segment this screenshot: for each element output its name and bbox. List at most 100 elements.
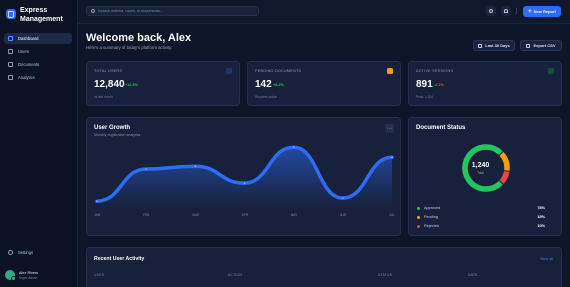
status-dot (417, 215, 420, 219)
kpi-label: ACTIVE SESSIONS (416, 69, 454, 73)
x-tick-label: JUN (339, 213, 347, 217)
page-title: Welcome back, Alex (86, 32, 192, 44)
sidebar-item-label: Analytics (18, 75, 35, 80)
sidebar-item-documents[interactable]: Documents (4, 59, 72, 70)
export-csv-button[interactable]: Export CSV (520, 40, 562, 51)
kpi-label: PENDING DOCUMENTS (255, 69, 302, 73)
avatar (5, 270, 16, 281)
legend-label: Pending (424, 215, 438, 219)
sidebar-item-label: Settings (18, 250, 34, 255)
legend-value: 10% (537, 224, 545, 228)
plus-icon: + (528, 8, 532, 15)
sidebar-item-users[interactable]: Users (4, 46, 72, 57)
legend-pending: Pending 15% (417, 214, 545, 220)
export-csv-label: Export CSV (533, 43, 556, 48)
topbar: + New Report (78, 0, 570, 24)
x-tick-label: MAR (192, 213, 200, 217)
data-point-jul[interactable] (391, 156, 393, 159)
recent-activity-card: Recent User Activity View all (86, 247, 562, 287)
sidebar-item-label: Users (18, 49, 29, 54)
date-range-label: Last 30 Days (485, 43, 510, 48)
folder-icon (387, 68, 393, 74)
legend-rejected: Rejected 10% (417, 223, 545, 229)
growth-chart (95, 145, 394, 208)
sidebar-item-label: Dashboard (18, 36, 39, 41)
data-point-feb[interactable] (145, 168, 147, 170)
sidebar: Express Management Dashboard Users Docum… (0, 0, 78, 287)
kpi-delta: +8.2% (273, 83, 284, 87)
sidebar-item-dashboard[interactable]: Dashboard (4, 33, 72, 44)
kpi-card-active-sessions: ACTIVE SESSIONS 891 -2.1% Peak: 1,204 (408, 61, 562, 106)
user-name: Alex Rivers (19, 270, 39, 275)
data-point-jan[interactable] (96, 200, 98, 202)
data-point-mar[interactable] (194, 165, 197, 168)
kpi-delta: -2.1% (434, 83, 444, 87)
status-dot (417, 224, 420, 228)
kpi-label: TOTAL USERS (94, 69, 123, 73)
kpi-value: 142 (255, 79, 272, 90)
card-title: Recent User Activity (94, 256, 145, 262)
user-growth-card: User Growth Monthly registration analyti… (86, 117, 401, 236)
legend-value: 15% (537, 215, 545, 219)
legend-label: Rejected (424, 224, 439, 228)
new-report-button[interactable]: + New Report (523, 6, 561, 17)
status-dot (417, 206, 420, 210)
document-icon (8, 62, 13, 67)
sidebar-item-settings[interactable]: Settings (4, 247, 72, 258)
donut-total: 1,240 (471, 162, 490, 169)
kpi-card-pending-documents: PENDING DOCUMENTS 142 +8.2% Requires act… (247, 61, 401, 106)
sidebar-nav: Dashboard Users Documents Analytics (4, 33, 72, 85)
sidebar-item-analytics[interactable]: Analytics (4, 72, 72, 83)
activity-icon (548, 68, 554, 74)
data-point-apr[interactable] (243, 182, 246, 184)
legend-approved: Approved 78% (417, 205, 545, 211)
donut-total-label: Total (477, 171, 484, 175)
dashboard-app: Express Management Dashboard Users Docum… (0, 0, 570, 287)
search-input[interactable] (98, 9, 248, 13)
search-icon (91, 9, 95, 13)
user-role: Super Admin (19, 275, 38, 280)
kpi-note: Peak: 1,204 (416, 95, 434, 99)
x-tick-label: MAY (290, 213, 298, 217)
x-tick-label: JAN (94, 213, 101, 217)
sidebar-settings: Settings (4, 247, 72, 260)
divider (516, 8, 517, 14)
bell-icon (504, 9, 508, 13)
column-header-status: STATUS (378, 273, 393, 277)
x-tick-label: FEB (143, 213, 150, 217)
sidebar-item-label: Documents (18, 62, 40, 67)
sun-icon (489, 9, 493, 13)
theme-toggle-button[interactable] (486, 6, 496, 16)
x-tick-label: APR (241, 213, 249, 217)
legend-label: Approved (424, 206, 441, 210)
page-subtitle: Here's a summary of today's platform act… (86, 45, 173, 50)
kpi-delta: +12.5% (125, 83, 138, 87)
shield-logo-icon (6, 9, 16, 19)
search-box[interactable] (86, 6, 259, 16)
legend-value: 78% (537, 206, 545, 210)
download-icon (526, 43, 531, 48)
grid-icon (8, 36, 13, 41)
date-range-button[interactable]: Last 30 Days (473, 40, 515, 51)
users-icon (8, 49, 13, 54)
kpi-card-total-users: TOTAL USERS 12,840 +12.5% vs last month (86, 61, 240, 106)
kpi-value: 891 (416, 79, 433, 90)
kpi-value: 12,840 (94, 79, 125, 90)
chart-icon (8, 75, 13, 80)
gear-icon (8, 250, 13, 255)
notifications-button[interactable] (501, 6, 511, 16)
brand-name: Express Management (20, 7, 63, 23)
column-header-action: ACTION (228, 273, 243, 277)
column-header-date: DATE (468, 273, 478, 277)
users-icon (226, 68, 232, 74)
user-profile[interactable]: Alex Rivers Super Admin (5, 270, 39, 281)
data-point-may[interactable] (292, 146, 295, 149)
calendar-icon (478, 43, 483, 48)
kpi-note: Requires action (255, 95, 278, 99)
view-all-link[interactable]: View all (540, 257, 553, 261)
data-point-jun[interactable] (342, 197, 344, 199)
x-tick-label: JUL (389, 213, 395, 217)
brand[interactable]: Express Management (6, 6, 70, 24)
kpi-note: vs last month (94, 95, 113, 99)
document-status-card: Document Status 1,240 Total Approved 78%… (408, 117, 562, 236)
